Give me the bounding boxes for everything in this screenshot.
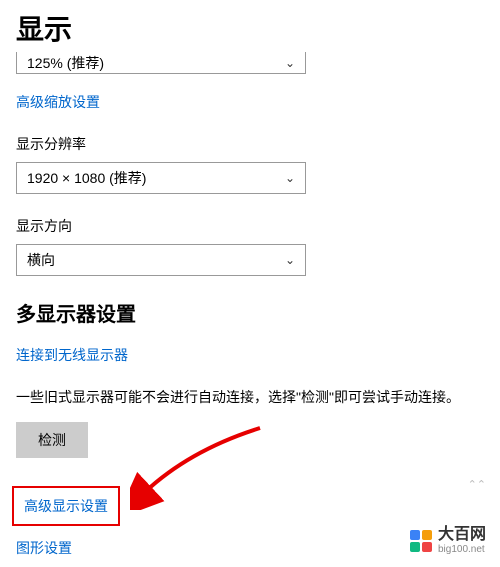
- watermark-logo-icon: [410, 530, 432, 552]
- detect-button[interactable]: 检测: [16, 422, 88, 458]
- resolution-value: 1920 × 1080 (推荐): [27, 168, 146, 188]
- logo-square: [422, 530, 432, 540]
- orientation-value: 横向: [27, 250, 55, 270]
- legacy-monitor-text: 一些旧式显示器可能不会进行自动连接，选择"检测"即可尝试手动连接。: [16, 387, 484, 408]
- multi-monitor-title: 多显示器设置: [16, 298, 484, 327]
- logo-square: [410, 530, 420, 540]
- page-title: 显示: [16, 8, 484, 48]
- advanced-scaling-link[interactable]: 高级缩放设置: [16, 92, 100, 112]
- scroll-hint-icon: ⌃⌃: [468, 478, 486, 491]
- chevron-down-icon: ⌄: [285, 56, 295, 70]
- resolution-dropdown[interactable]: 1920 × 1080 (推荐) ⌄: [16, 162, 306, 194]
- watermark-sub: big100.net: [438, 544, 486, 555]
- scale-dropdown[interactable]: 125% (推荐) ⌄: [16, 52, 306, 74]
- orientation-label: 显示方向: [16, 216, 484, 236]
- orientation-dropdown[interactable]: 横向 ⌄: [16, 244, 306, 276]
- chevron-down-icon: ⌄: [285, 171, 295, 185]
- connect-wireless-link[interactable]: 连接到无线显示器: [16, 345, 128, 365]
- scale-value: 125% (推荐): [27, 53, 104, 73]
- resolution-label: 显示分辨率: [16, 134, 484, 154]
- highlight-annotation: 高级显示设置: [12, 486, 120, 526]
- chevron-down-icon: ⌄: [285, 253, 295, 267]
- watermark: 大百网 big100.net: [410, 526, 486, 555]
- logo-square: [422, 542, 432, 552]
- logo-square: [410, 542, 420, 552]
- advanced-display-link[interactable]: 高级显示设置: [24, 496, 108, 516]
- watermark-main: 大百网: [438, 526, 486, 544]
- graphics-settings-link[interactable]: 图形设置: [16, 538, 72, 558]
